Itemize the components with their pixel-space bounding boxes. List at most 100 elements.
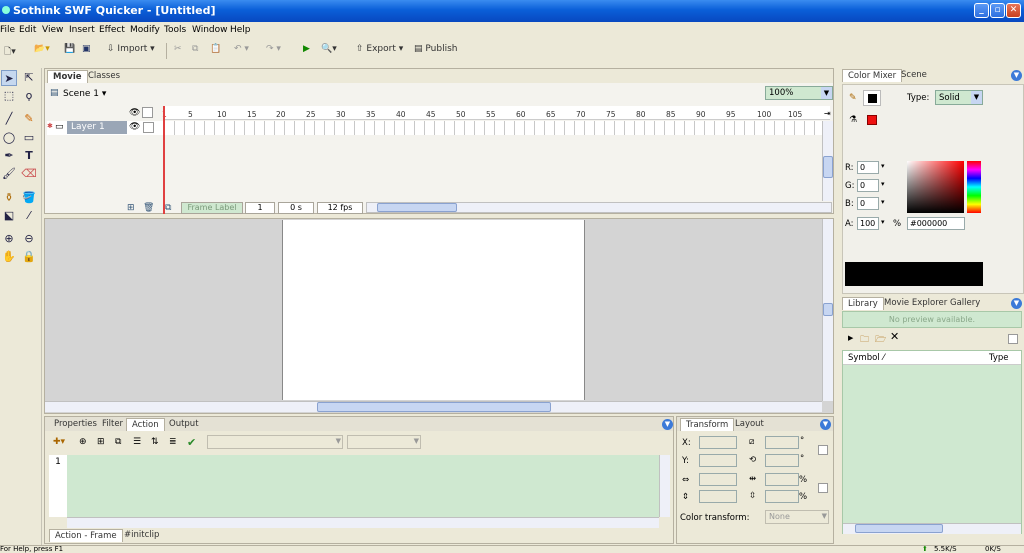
width-field[interactable]	[699, 473, 737, 486]
chevron-down-icon[interactable]: ▾	[881, 198, 885, 206]
scroll-thumb[interactable]	[317, 402, 551, 412]
frame-rate-field[interactable]: 12 fps	[317, 202, 363, 214]
collapse-icon[interactable]: ▼	[1011, 298, 1022, 309]
zoom-out-icon[interactable]: ⊖	[21, 231, 37, 247]
folder-icon[interactable]: 🗁	[875, 332, 886, 348]
tab-properties[interactable]: Properties	[49, 418, 102, 431]
lasso-tool-icon[interactable]: ϙ	[21, 88, 37, 104]
r-field[interactable]: 0	[857, 161, 879, 174]
scroll-thumb[interactable]	[823, 303, 833, 316]
check-syntax-icon[interactable]: ✔	[187, 436, 196, 449]
maximize-button[interactable]: ▫	[990, 3, 1005, 18]
sort-icon[interactable]: ⁄	[883, 353, 884, 363]
tab-movie-explorer[interactable]: Movie Explorer	[879, 297, 952, 310]
timeline-hscroll[interactable]	[366, 202, 832, 213]
pen-tool-icon[interactable]: ✒	[1, 148, 17, 164]
tab-action[interactable]: Action	[126, 418, 165, 431]
import-button[interactable]: ⇩ Import ▾	[107, 44, 155, 54]
g-field[interactable]: 0	[857, 179, 879, 192]
delete-icon[interactable]: ✕	[890, 330, 899, 343]
library-hscroll[interactable]	[843, 523, 1021, 534]
type-select[interactable]: Solid ▼	[935, 90, 983, 105]
layer-lock-checkbox[interactable]	[143, 122, 154, 133]
frame-label-field[interactable]: Frame Label	[181, 202, 243, 214]
scale-y-field[interactable]	[765, 490, 799, 503]
new-icon[interactable]: 🗋▾	[4, 44, 16, 60]
library-items[interactable]	[843, 365, 1021, 523]
menu-window[interactable]: Window	[192, 25, 228, 35]
scroll-thumb[interactable]	[377, 203, 457, 212]
paint-bucket-icon[interactable]: 🪣	[21, 190, 37, 206]
text-tool-icon[interactable]: T	[21, 148, 37, 164]
scroll-thumb[interactable]	[855, 524, 943, 533]
lock-tool-icon[interactable]: 🔒	[21, 249, 37, 265]
paste-icon[interactable]: 📋	[210, 44, 221, 54]
fill-transform-icon[interactable]: ⬕	[1, 208, 17, 224]
eye-icon[interactable]: 👁	[129, 108, 140, 118]
options-icon[interactable]: ≣	[169, 437, 177, 447]
hex-field[interactable]: #000000	[907, 217, 965, 230]
copy-icon[interactable]: ⧉	[192, 44, 198, 54]
center-frame-icon[interactable]: ⧉	[165, 203, 171, 213]
play-icon[interactable]: ▶	[303, 44, 310, 54]
insert-target-icon[interactable]: ⧉	[115, 437, 121, 447]
menu-edit[interactable]: Edit	[19, 25, 36, 35]
scale-lock-icon[interactable]	[818, 483, 828, 493]
stage-canvas[interactable]	[282, 220, 585, 400]
tab-scene[interactable]: Scene	[896, 69, 932, 82]
ink-bottle-icon[interactable]: ⚱	[1, 190, 17, 206]
pencil-tool-icon[interactable]: ✎	[21, 111, 37, 127]
timeline-options-icon[interactable]: ⇥	[824, 109, 831, 118]
stage-vscroll[interactable]	[822, 219, 833, 401]
height-field[interactable]	[699, 490, 737, 503]
undo-icon[interactable]: ↶ ▾	[234, 44, 249, 54]
frame-cells[interactable]	[165, 121, 827, 135]
menu-tools[interactable]: Tools	[164, 25, 186, 35]
scene-selector[interactable]: Scene 1 ▾	[63, 89, 106, 99]
menu-effect[interactable]: Effect	[99, 25, 125, 35]
tab-action-frame[interactable]: Action - Frame	[49, 529, 123, 542]
action-dropdown-1[interactable]: ▼	[207, 435, 343, 449]
delete-layer-icon[interactable]: 🗑	[143, 203, 154, 213]
a-field[interactable]: 100	[857, 217, 879, 230]
subselect-tool-icon[interactable]: ⇱	[21, 70, 37, 86]
save-icon[interactable]: 💾	[64, 44, 75, 54]
skew-field[interactable]	[765, 436, 799, 449]
eraser-tool-icon[interactable]: ⌫	[21, 166, 37, 182]
collapse-icon[interactable]: ▼	[662, 419, 673, 430]
x-field[interactable]	[699, 436, 737, 449]
tab-layout[interactable]: Layout	[730, 418, 769, 431]
library-options-checkbox[interactable]	[1008, 334, 1018, 344]
layer-name[interactable]: Layer 1	[67, 121, 127, 134]
export-button[interactable]: ⇧ Export ▾	[356, 44, 403, 54]
zoom-select[interactable]: 100% ▼	[765, 86, 833, 100]
action-dropdown-2[interactable]: ▼	[347, 435, 421, 449]
tab-filter[interactable]: Filter	[97, 418, 128, 431]
tab-classes[interactable]: Classes	[83, 70, 125, 83]
line-tool-icon[interactable]: ╱	[1, 111, 17, 127]
scale-x-field[interactable]	[765, 473, 799, 486]
stroke-color-icon[interactable]: ✎	[849, 93, 857, 103]
col-symbol[interactable]: Symbol	[848, 353, 880, 363]
tab-initclip[interactable]: #initclip	[119, 529, 164, 542]
menu-help[interactable]: Help	[230, 25, 251, 35]
stage-hscroll[interactable]	[45, 401, 822, 412]
replace-icon[interactable]: ⊞	[97, 437, 105, 447]
col-type[interactable]: Type	[989, 353, 1009, 363]
fill-color-icon[interactable]: ⚗	[849, 115, 857, 125]
debug-icon[interactable]: ⇅	[151, 437, 159, 447]
constrain-lock-icon[interactable]	[818, 445, 828, 455]
b-field[interactable]: 0	[857, 197, 879, 210]
minimize-button[interactable]: _	[974, 3, 989, 18]
menu-insert[interactable]: Insert	[69, 25, 95, 35]
playhead[interactable]	[163, 106, 165, 214]
oval-tool-icon[interactable]: ◯	[1, 130, 17, 146]
hand-tool-icon[interactable]: ✋	[1, 249, 17, 265]
layer-visible-icon[interactable]: 👁	[129, 122, 140, 132]
brush-tool-icon[interactable]: 🖌	[1, 166, 17, 182]
tab-output[interactable]: Output	[164, 418, 204, 431]
add-action-icon[interactable]: ✚▾	[53, 437, 65, 447]
tab-gallery[interactable]: Gallery	[945, 297, 985, 310]
transform-tool-icon[interactable]: ⬚	[1, 88, 17, 104]
code-editor[interactable]	[67, 455, 659, 517]
